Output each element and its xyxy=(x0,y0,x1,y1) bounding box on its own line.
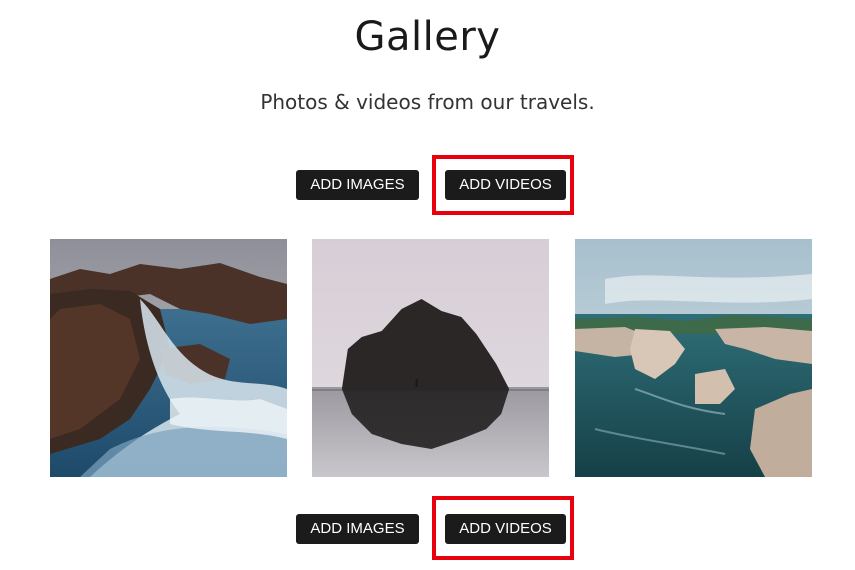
sea-stack-image xyxy=(312,239,549,477)
gallery-photo-sea-stack[interactable] xyxy=(312,239,549,477)
gallery-photo-rocky-coast[interactable] xyxy=(50,239,287,477)
cliffs-image xyxy=(575,239,812,477)
add-videos-button[interactable]: ADD VIDEOS xyxy=(445,514,566,544)
top-button-row: ADD IMAGES ADD VIDEOS xyxy=(0,155,855,215)
add-images-button[interactable]: ADD IMAGES xyxy=(296,170,419,200)
add-videos-button[interactable]: ADD VIDEOS xyxy=(445,170,566,200)
bottom-button-row: ADD IMAGES ADD VIDEOS xyxy=(0,496,855,560)
add-images-button[interactable]: ADD IMAGES xyxy=(296,514,419,544)
page-title: Gallery xyxy=(354,14,501,60)
rocky-coast-image xyxy=(50,239,287,477)
gallery-photo-cliffs[interactable] xyxy=(575,239,812,477)
page-subtitle: Photos & videos from our travels. xyxy=(260,90,595,114)
